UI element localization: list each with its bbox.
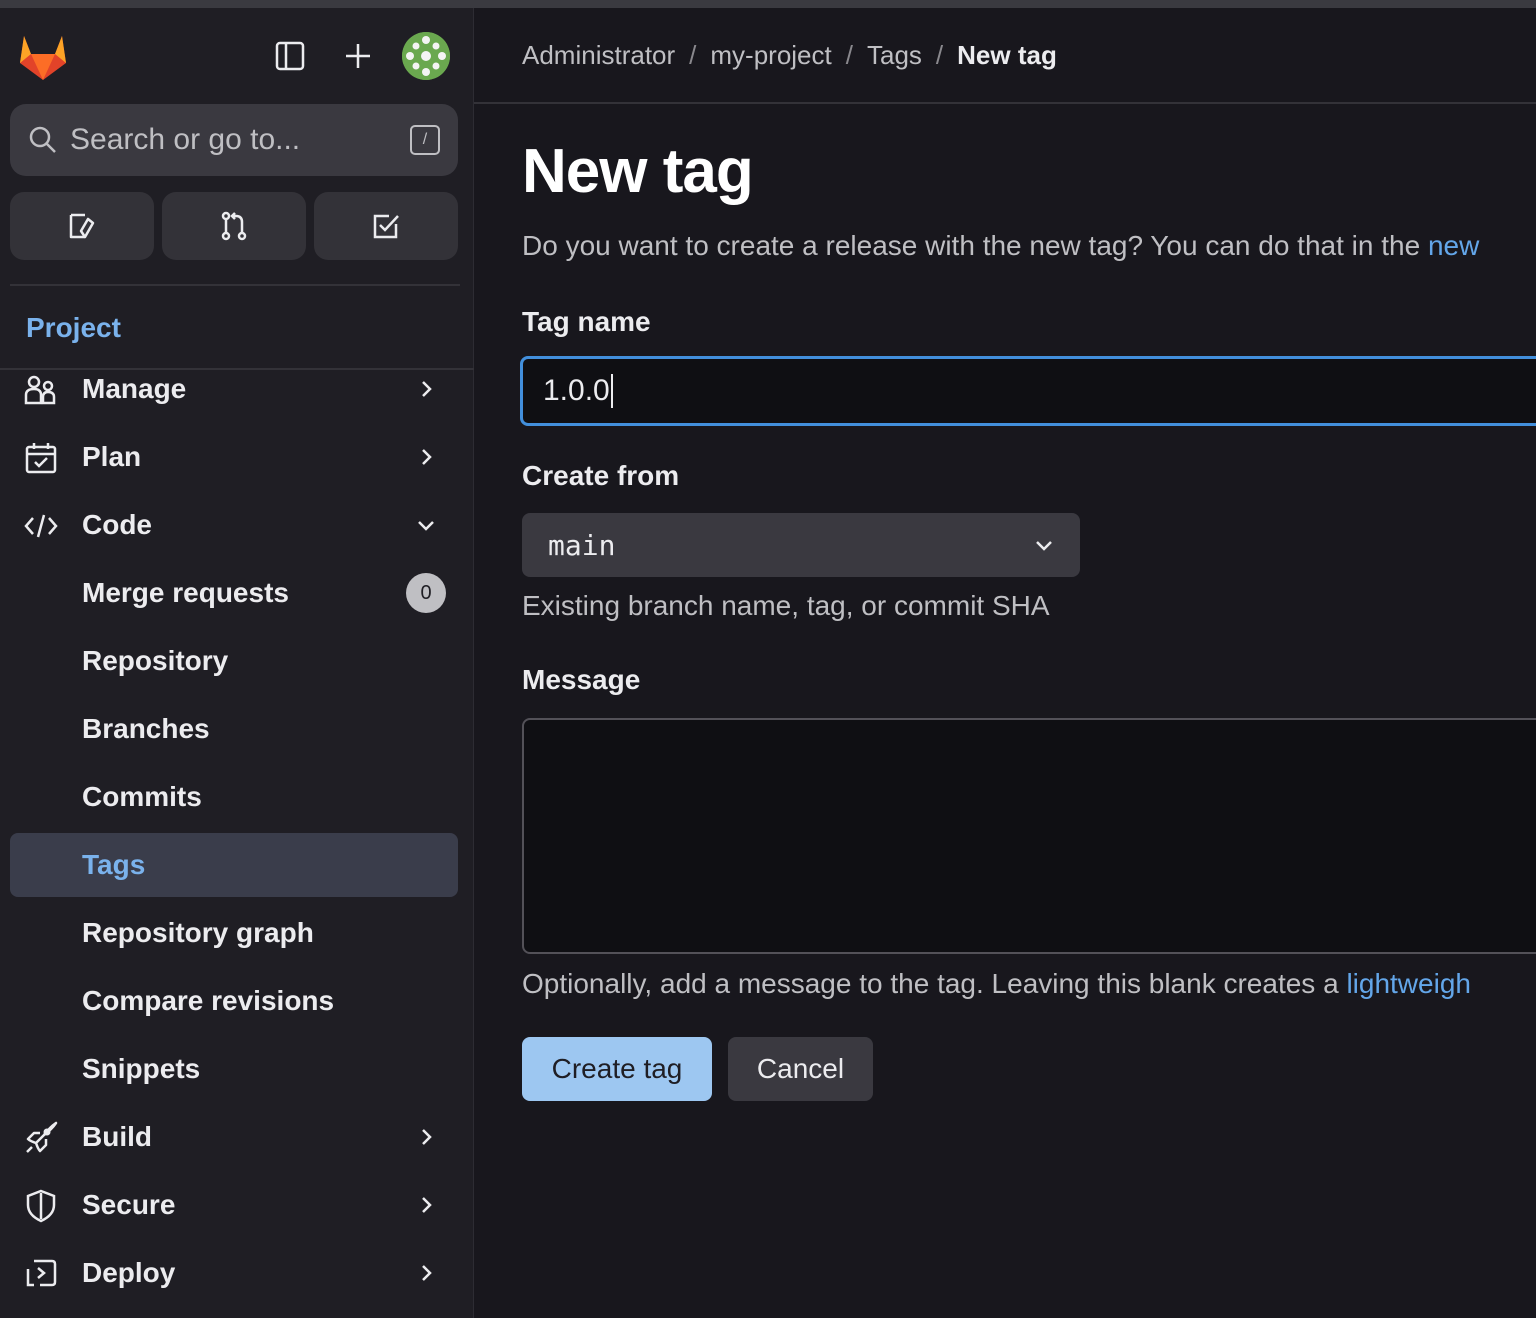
- sidebar-item-build[interactable]: Build: [10, 1105, 458, 1169]
- sidebar-item-label: Secure: [82, 1189, 176, 1220]
- chevron-right-icon: [422, 1265, 432, 1281]
- sidebar-item-label: Compare revisions: [82, 985, 335, 1016]
- chevron-right-icon: [422, 1129, 432, 1145]
- shield-icon: [26, 1189, 56, 1223]
- sidebar-item-label: Code: [82, 509, 152, 540]
- message-textarea[interactable]: [522, 718, 1536, 954]
- sidebar-item-label: Repository: [82, 645, 229, 676]
- create-from-dropdown[interactable]: main: [522, 513, 1080, 577]
- sidebar-item-code[interactable]: Code: [10, 493, 458, 557]
- sidebar-item-label: Commits: [82, 781, 202, 812]
- text-caret: [610, 374, 613, 408]
- cancel-button[interactable]: Cancel: [728, 1037, 873, 1101]
- breadcrumb-item-project[interactable]: my-project: [710, 40, 831, 70]
- tag-name-input[interactable]: 1.0.0: [520, 356, 1536, 426]
- breadcrumb-item-administrator[interactable]: Administrator: [522, 40, 675, 70]
- sidebar-item-branches[interactable]: Branches: [10, 697, 458, 761]
- chevron-right-icon: [422, 1197, 432, 1213]
- sidebar-item-label: Snippets: [82, 1053, 201, 1084]
- sidebar-section-title: Project: [26, 312, 121, 343]
- merge-request-icon: [221, 211, 247, 241]
- calendar-icon: [25, 443, 57, 474]
- search-shortcut-key: /: [410, 125, 440, 155]
- sidebar-item-label: Tags: [82, 849, 146, 880]
- breadcrumb: Administrator / my-project / Tags / New tag: [522, 40, 1057, 71]
- sidebar-item-label: Deploy: [82, 1257, 176, 1288]
- tag-name-value: 1.0.0: [543, 374, 610, 407]
- sidebar-item-manage[interactable]: Manage: [10, 357, 458, 421]
- plus-icon[interactable]: [338, 36, 378, 76]
- breadcrumb-item-tags[interactable]: Tags: [867, 40, 922, 70]
- sidebar-item-snippets[interactable]: Snippets: [10, 1037, 458, 1101]
- code-icon: [24, 514, 58, 538]
- sidebar-item-commits[interactable]: Commits: [10, 765, 458, 829]
- issues-button[interactable]: [10, 192, 154, 260]
- sidebar-item-label: Manage: [82, 373, 187, 404]
- new-release-link[interactable]: new: [1428, 230, 1479, 261]
- sidebar-item-deploy[interactable]: Deploy: [10, 1241, 458, 1305]
- chevron-right-icon: [422, 381, 432, 397]
- count-badge: 0: [406, 573, 446, 613]
- issues-icon: [69, 213, 95, 239]
- page-description: Do you want to create a release with the…: [522, 230, 1479, 262]
- gitlab-logo-icon[interactable]: [16, 30, 70, 84]
- message-help-text: Optionally, add a message to the tag. Le…: [522, 968, 1347, 999]
- sidebar-item-repository[interactable]: Repository: [10, 629, 458, 693]
- description-text: Do you want to create a release with the…: [522, 230, 1428, 261]
- todos-button[interactable]: [314, 192, 458, 260]
- sidebar-toggle-icon[interactable]: [270, 36, 310, 76]
- sidebar-item-label: Branches: [82, 713, 210, 744]
- breadcrumb-separator: /: [689, 40, 697, 70]
- message-help: Optionally, add a message to the tag. Le…: [522, 968, 1471, 1000]
- create-from-help: Existing branch name, tag, or commit SHA: [522, 590, 1050, 621]
- window-top-strip: [0, 0, 1536, 8]
- breadcrumb-separator: /: [845, 40, 853, 70]
- sidebar-item-label: Repository graph: [82, 917, 314, 948]
- sidebar: Search or go to... / Project Manage Plan…: [0, 8, 474, 1318]
- main-content: Administrator / my-project / Tags / New tag Ne…: [474, 8, 1536, 1318]
- create-from-value: main: [548, 528, 616, 562]
- header-divider: [474, 102, 1536, 104]
- search-placeholder: Search or go to...: [70, 123, 301, 156]
- page-title: New tag: [522, 137, 754, 206]
- message-label: Message: [522, 664, 641, 695]
- deploy-icon: [26, 1259, 57, 1287]
- sidebar-item-secure[interactable]: Secure: [10, 1173, 458, 1237]
- sidebar-item-label: Plan: [82, 441, 142, 472]
- sidebar-item-label: Merge requests: [82, 577, 289, 608]
- breadcrumb-item-current: New tag: [957, 40, 1057, 70]
- create-tag-button[interactable]: Create tag: [522, 1037, 712, 1101]
- breadcrumb-separator: /: [935, 40, 944, 70]
- avatar[interactable]: [402, 32, 450, 80]
- sidebar-item-label: Build: [82, 1121, 152, 1152]
- chevron-right-icon: [422, 449, 432, 465]
- tag-name-label: Tag name: [522, 306, 651, 337]
- sidebar-item-merge-requests[interactable]: Merge requests 0: [10, 561, 458, 625]
- search-icon: [29, 126, 56, 153]
- sidebar-item-repository-graph[interactable]: Repository graph: [10, 901, 458, 965]
- todo-icon: [373, 214, 399, 239]
- chevron-down-icon: [418, 521, 434, 531]
- search-box[interactable]: Search or go to... /: [10, 104, 458, 176]
- rocket-icon: [26, 1121, 58, 1153]
- sidebar-divider: [10, 284, 460, 286]
- sidebar-item-tags[interactable]: Tags: [10, 833, 458, 897]
- lightweight-tag-link[interactable]: lightweigh: [1346, 968, 1471, 999]
- users-icon: [24, 375, 56, 405]
- merge-requests-button[interactable]: [162, 192, 306, 260]
- create-from-label: Create from: [522, 460, 680, 491]
- sidebar-item-compare-revisions[interactable]: Compare revisions: [10, 969, 458, 1033]
- chevron-down-icon: [1036, 541, 1052, 551]
- sidebar-item-plan[interactable]: Plan: [10, 425, 458, 489]
